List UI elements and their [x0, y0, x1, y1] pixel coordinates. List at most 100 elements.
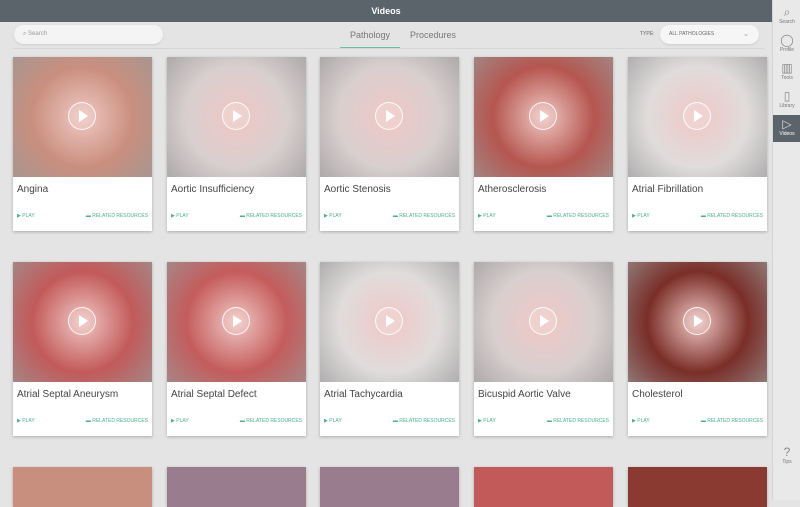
sidebar-item-search[interactable]: ⌕ Search: [773, 3, 800, 30]
video-card[interactable]: Aortic Stenosis ▶ PLAY ▬ RELATED RESOURCE…: [320, 57, 459, 231]
video-card[interactable]: Angina ▶ PLAY ▬ RELATED RESOURCES: [13, 57, 152, 231]
play-label: PLAY: [637, 213, 650, 219]
sidebar-item-profile[interactable]: ◯ Profile: [773, 31, 800, 58]
video-card[interactable]: Cholesterol ▶ PLAY ▬ RELATED RESOURCES: [628, 262, 767, 436]
video-card[interactable]: Bicuspid Aortic Valve ▶ PLAY ▬ RELATED RE…: [474, 262, 613, 436]
video-card[interactable]: Atrial Septal Aneurysm ▶ PLAY ▬ RELATED R…: [13, 262, 152, 436]
divider: [13, 48, 765, 49]
play-label: PLAY: [176, 418, 189, 424]
play-icon[interactable]: [375, 307, 403, 335]
play-button[interactable]: ▶ PLAY: [478, 418, 496, 424]
play-icon[interactable]: [222, 102, 250, 130]
play-button[interactable]: ▶ PLAY: [632, 213, 650, 219]
related-resources-button[interactable]: ▬ RELATED RESOURCES: [86, 418, 148, 424]
video-title: Atrial Tachycardia: [324, 389, 403, 400]
video-title: Atrial Septal Aneurysm: [17, 389, 119, 400]
play-button[interactable]: ▶ PLAY: [17, 418, 35, 424]
video-thumbnail[interactable]: [13, 262, 152, 382]
play-label: PLAY: [483, 213, 496, 219]
tab-pathology[interactable]: Pathology: [340, 25, 401, 49]
related-resources-button[interactable]: ▬ RELATED RESOURCES: [240, 213, 302, 219]
play-label: PLAY: [176, 213, 189, 219]
related-resources-button[interactable]: ▬ RELATED RESOURCES: [393, 418, 455, 424]
video-thumbnail[interactable]: [628, 57, 767, 177]
video-thumbnail[interactable]: [320, 57, 459, 177]
video-title: Angina: [17, 184, 49, 195]
tab-procedures[interactable]: Procedures: [400, 25, 466, 49]
related-resources-button[interactable]: ▬ RELATED RESOURCES: [701, 418, 763, 424]
search-placeholder: Search: [28, 31, 48, 37]
related-label: RELATED RESOURCES: [92, 213, 148, 219]
play-button[interactable]: ▶ PLAY: [478, 213, 496, 219]
tools-icon: ▥: [781, 61, 793, 75]
video-card[interactable]: [13, 467, 152, 507]
play-button[interactable]: ▶ PLAY: [171, 418, 189, 424]
sidebar-label: Videos: [779, 131, 795, 137]
related-resources-button[interactable]: ▬ RELATED RESOURCES: [547, 418, 609, 424]
video-card[interactable]: Atherosclerosis ▶ PLAY ▬ RELATED RESOURCE…: [474, 57, 613, 231]
play-label: PLAY: [22, 418, 35, 424]
sidebar: ⌕ Search ◯ Profile ▥ Tools ▯ Library ▷ Videos…: [772, 0, 800, 500]
play-icon[interactable]: [529, 307, 557, 335]
related-resources-button[interactable]: ▬ RELATED RESOURCES: [240, 418, 302, 424]
video-card[interactable]: [167, 467, 306, 507]
related-label: RELATED RESOURCES: [553, 418, 609, 424]
video-title: Atrial Septal Defect: [171, 389, 257, 400]
related-label: RELATED RESOURCES: [399, 213, 455, 219]
sidebar-item-videos[interactable]: ▷ Videos: [773, 115, 800, 142]
sidebar-item-tools[interactable]: ▥ Tools: [773, 59, 800, 86]
related-label: RELATED RESOURCES: [707, 418, 763, 424]
related-label: RELATED RESOURCES: [246, 418, 302, 424]
sidebar-item-tips[interactable]: ? Tips: [773, 443, 800, 470]
related-resources-button[interactable]: ▬ RELATED RESOURCES: [86, 213, 148, 219]
video-card[interactable]: [628, 467, 767, 507]
play-label: PLAY: [329, 418, 342, 424]
play-label: PLAY: [483, 418, 496, 424]
play-icon[interactable]: [683, 102, 711, 130]
related-resources-button[interactable]: ▬ RELATED RESOURCES: [701, 213, 763, 219]
play-icon[interactable]: [68, 307, 96, 335]
sidebar-item-library[interactable]: ▯ Library: [773, 87, 800, 114]
video-card[interactable]: Atrial Tachycardia ▶ PLAY ▬ RELATED RESOU…: [320, 262, 459, 436]
video-card[interactable]: Aortic Insufficiency ▶ PLAY ▬ RELATED RES…: [167, 57, 306, 231]
video-thumbnail[interactable]: [628, 262, 767, 382]
play-button[interactable]: ▶ PLAY: [324, 418, 342, 424]
profile-icon: ◯: [780, 33, 794, 47]
video-card[interactable]: Atrial Fibrillation ▶ PLAY ▬ RELATED RESO…: [628, 57, 767, 231]
video-thumbnail[interactable]: [167, 262, 306, 382]
type-select[interactable]: ALL PATHOLOGIES ⌄: [660, 25, 759, 44]
play-button[interactable]: ▶ PLAY: [632, 418, 650, 424]
video-title: Aortic Stenosis: [324, 184, 391, 195]
related-label: RELATED RESOURCES: [399, 418, 455, 424]
video-card[interactable]: [474, 467, 613, 507]
play-icon[interactable]: [529, 102, 557, 130]
video-thumbnail[interactable]: [13, 57, 152, 177]
video-thumbnail[interactable]: [167, 57, 306, 177]
play-button[interactable]: ▶ PLAY: [17, 213, 35, 219]
video-card[interactable]: Atrial Septal Defect ▶ PLAY ▬ RELATED RES…: [167, 262, 306, 436]
search-input[interactable]: ⌕ Search: [14, 25, 163, 44]
related-label: RELATED RESOURCES: [246, 213, 302, 219]
sidebar-label: Profile: [779, 47, 795, 53]
play-label: PLAY: [22, 213, 35, 219]
video-title: Bicuspid Aortic Valve: [478, 389, 571, 400]
sidebar-label: Library: [779, 103, 795, 109]
video-title: Cholesterol: [632, 389, 683, 400]
related-resources-button[interactable]: ▬ RELATED RESOURCES: [393, 213, 455, 219]
play-button[interactable]: ▶ PLAY: [324, 213, 342, 219]
play-button[interactable]: ▶ PLAY: [171, 213, 189, 219]
search-icon: ⌕: [783, 5, 791, 19]
related-resources-button[interactable]: ▬ RELATED RESOURCES: [547, 213, 609, 219]
header-title: Videos: [0, 0, 772, 22]
type-select-value: ALL PATHOLOGIES: [669, 31, 715, 37]
play-icon[interactable]: [68, 102, 96, 130]
play-icon[interactable]: [683, 307, 711, 335]
play-label: PLAY: [329, 213, 342, 219]
play-icon[interactable]: [222, 307, 250, 335]
video-thumbnail[interactable]: [320, 262, 459, 382]
video-thumbnail[interactable]: [474, 57, 613, 177]
play-icon[interactable]: [375, 102, 403, 130]
video-card[interactable]: [320, 467, 459, 507]
video-thumbnail[interactable]: [474, 262, 613, 382]
sidebar-label: Search: [779, 19, 795, 25]
